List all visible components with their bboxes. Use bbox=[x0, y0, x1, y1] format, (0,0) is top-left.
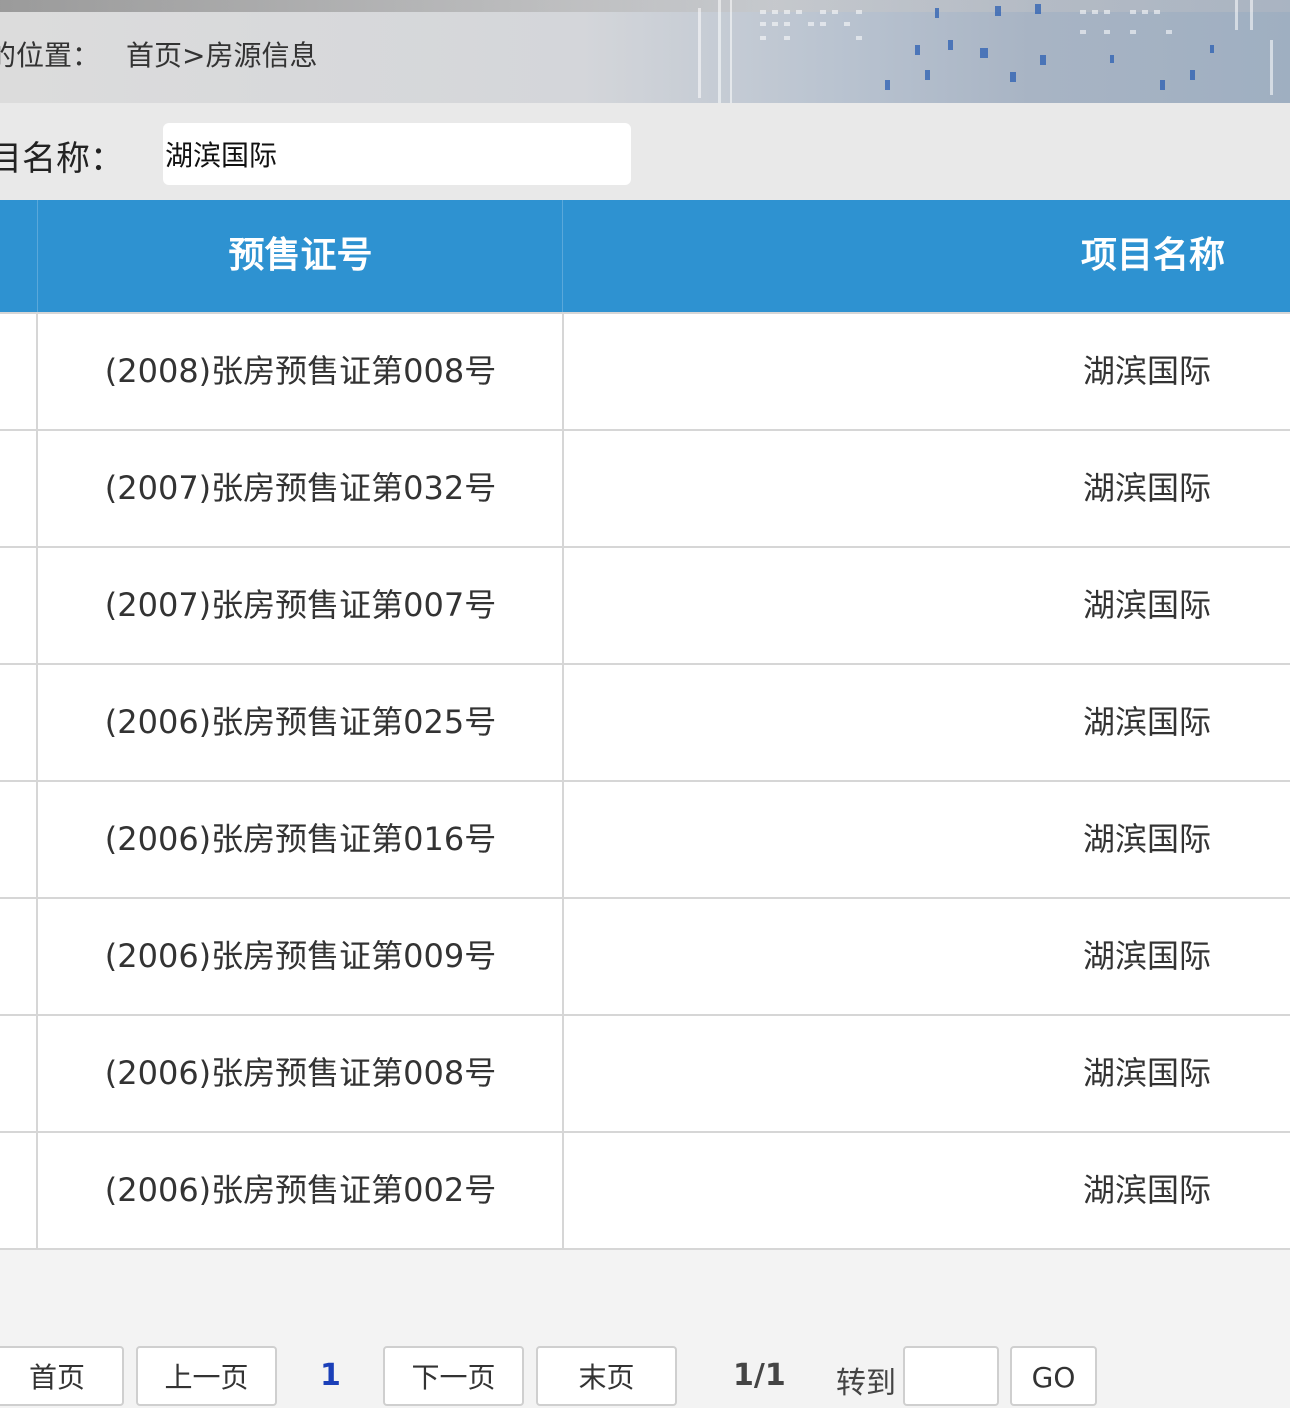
search-row: 目名称： 湖滨国际 bbox=[0, 103, 1290, 200]
header-banner: 的位置： 首页>房源信息 bbox=[0, 0, 1290, 103]
prev-page-button[interactable]: 上一页 bbox=[136, 1346, 277, 1406]
table-row[interactable]: (2008)张房预售证第008号 湖滨国际 bbox=[0, 312, 1290, 431]
header-cert-number: 预售证号 bbox=[228, 235, 373, 276]
table-row[interactable]: (2007)张房预售证第032号 湖滨国际 bbox=[0, 431, 1290, 548]
column-divider bbox=[562, 899, 564, 1014]
project-name-cell[interactable]: 湖滨国际 bbox=[1083, 782, 1223, 897]
cert-number-cell[interactable]: (2006)张房预售证第002号 bbox=[38, 1133, 563, 1248]
go-button[interactable]: GO bbox=[1010, 1346, 1097, 1406]
cert-number-cell[interactable]: (2006)张房预售证第009号 bbox=[38, 899, 563, 1014]
cert-number-cell[interactable]: (2007)张房预售证第007号 bbox=[38, 548, 563, 663]
next-page-button[interactable]: 下一页 bbox=[383, 1346, 524, 1406]
breadcrumb-path[interactable]: 首页>房源信息 bbox=[126, 39, 317, 72]
pagination: 首页 上一页 1 下一页 末页 1/1 转到 GO bbox=[0, 1346, 1290, 1406]
project-name-cell[interactable]: 湖滨国际 bbox=[1083, 665, 1223, 780]
cert-number-cell[interactable]: (2006)张房预售证第025号 bbox=[38, 665, 563, 780]
column-divider bbox=[562, 431, 564, 546]
table-row[interactable]: (2007)张房预售证第007号 湖滨国际 bbox=[0, 548, 1290, 665]
breadcrumb: 的位置： 首页>房源信息 bbox=[0, 34, 317, 74]
presale-table: 预售证号 项目名称 (2008)张房预售证第008号 湖滨国际 (2007)张房预售… bbox=[0, 200, 1290, 1250]
table-row[interactable]: (2006)张房预售证第025号 湖滨国际 bbox=[0, 665, 1290, 782]
table-body: (2008)张房预售证第008号 湖滨国际 (2007)张房预售证第032号 湖滨国际… bbox=[0, 312, 1290, 1250]
table-row[interactable]: (2006)张房预售证第009号 湖滨国际 bbox=[0, 899, 1290, 1016]
cert-number-cell[interactable]: (2007)张房预售证第032号 bbox=[38, 431, 563, 546]
table-row[interactable]: (2006)张房预售证第016号 湖滨国际 bbox=[0, 782, 1290, 899]
goto-label: 转到 bbox=[836, 1366, 896, 1401]
first-page-button[interactable]: 首页 bbox=[0, 1346, 124, 1406]
table-row[interactable]: (2006)张房预售证第002号 湖滨国际 bbox=[0, 1133, 1290, 1250]
project-name-input[interactable]: 湖滨国际 bbox=[163, 123, 631, 185]
city-skyline-decoration bbox=[698, 0, 1273, 103]
table-row[interactable]: (2006)张房预售证第008号 湖滨国际 bbox=[0, 1016, 1290, 1133]
column-divider bbox=[562, 200, 563, 312]
breadcrumb-prefix: 的位置： bbox=[0, 39, 101, 72]
header-project-name: 项目名称 bbox=[1080, 235, 1225, 276]
cert-number-cell[interactable]: (2006)张房预售证第008号 bbox=[38, 1016, 563, 1131]
cert-number-cell[interactable]: (2006)张房预售证第016号 bbox=[38, 782, 563, 897]
project-name-cell[interactable]: 湖滨国际 bbox=[1083, 314, 1223, 429]
column-divider bbox=[562, 314, 564, 429]
column-divider bbox=[562, 1133, 564, 1248]
column-divider bbox=[562, 1016, 564, 1131]
project-name-cell[interactable]: 湖滨国际 bbox=[1083, 899, 1223, 1014]
cert-number-cell[interactable]: (2008)张房预售证第008号 bbox=[38, 314, 563, 429]
project-name-cell[interactable]: 湖滨国际 bbox=[1083, 1133, 1223, 1248]
last-page-button[interactable]: 末页 bbox=[536, 1346, 677, 1406]
project-name-cell[interactable]: 湖滨国际 bbox=[1083, 1016, 1223, 1131]
project-name-label: 目名称： bbox=[0, 139, 124, 179]
project-name-cell[interactable]: 湖滨国际 bbox=[1083, 548, 1223, 663]
column-divider bbox=[562, 548, 564, 663]
column-divider bbox=[562, 665, 564, 780]
project-name-cell[interactable]: 湖滨国际 bbox=[1083, 431, 1223, 546]
column-divider bbox=[562, 782, 564, 897]
table-header: 预售证号 项目名称 bbox=[0, 200, 1290, 312]
goto-page-input[interactable] bbox=[903, 1346, 999, 1406]
